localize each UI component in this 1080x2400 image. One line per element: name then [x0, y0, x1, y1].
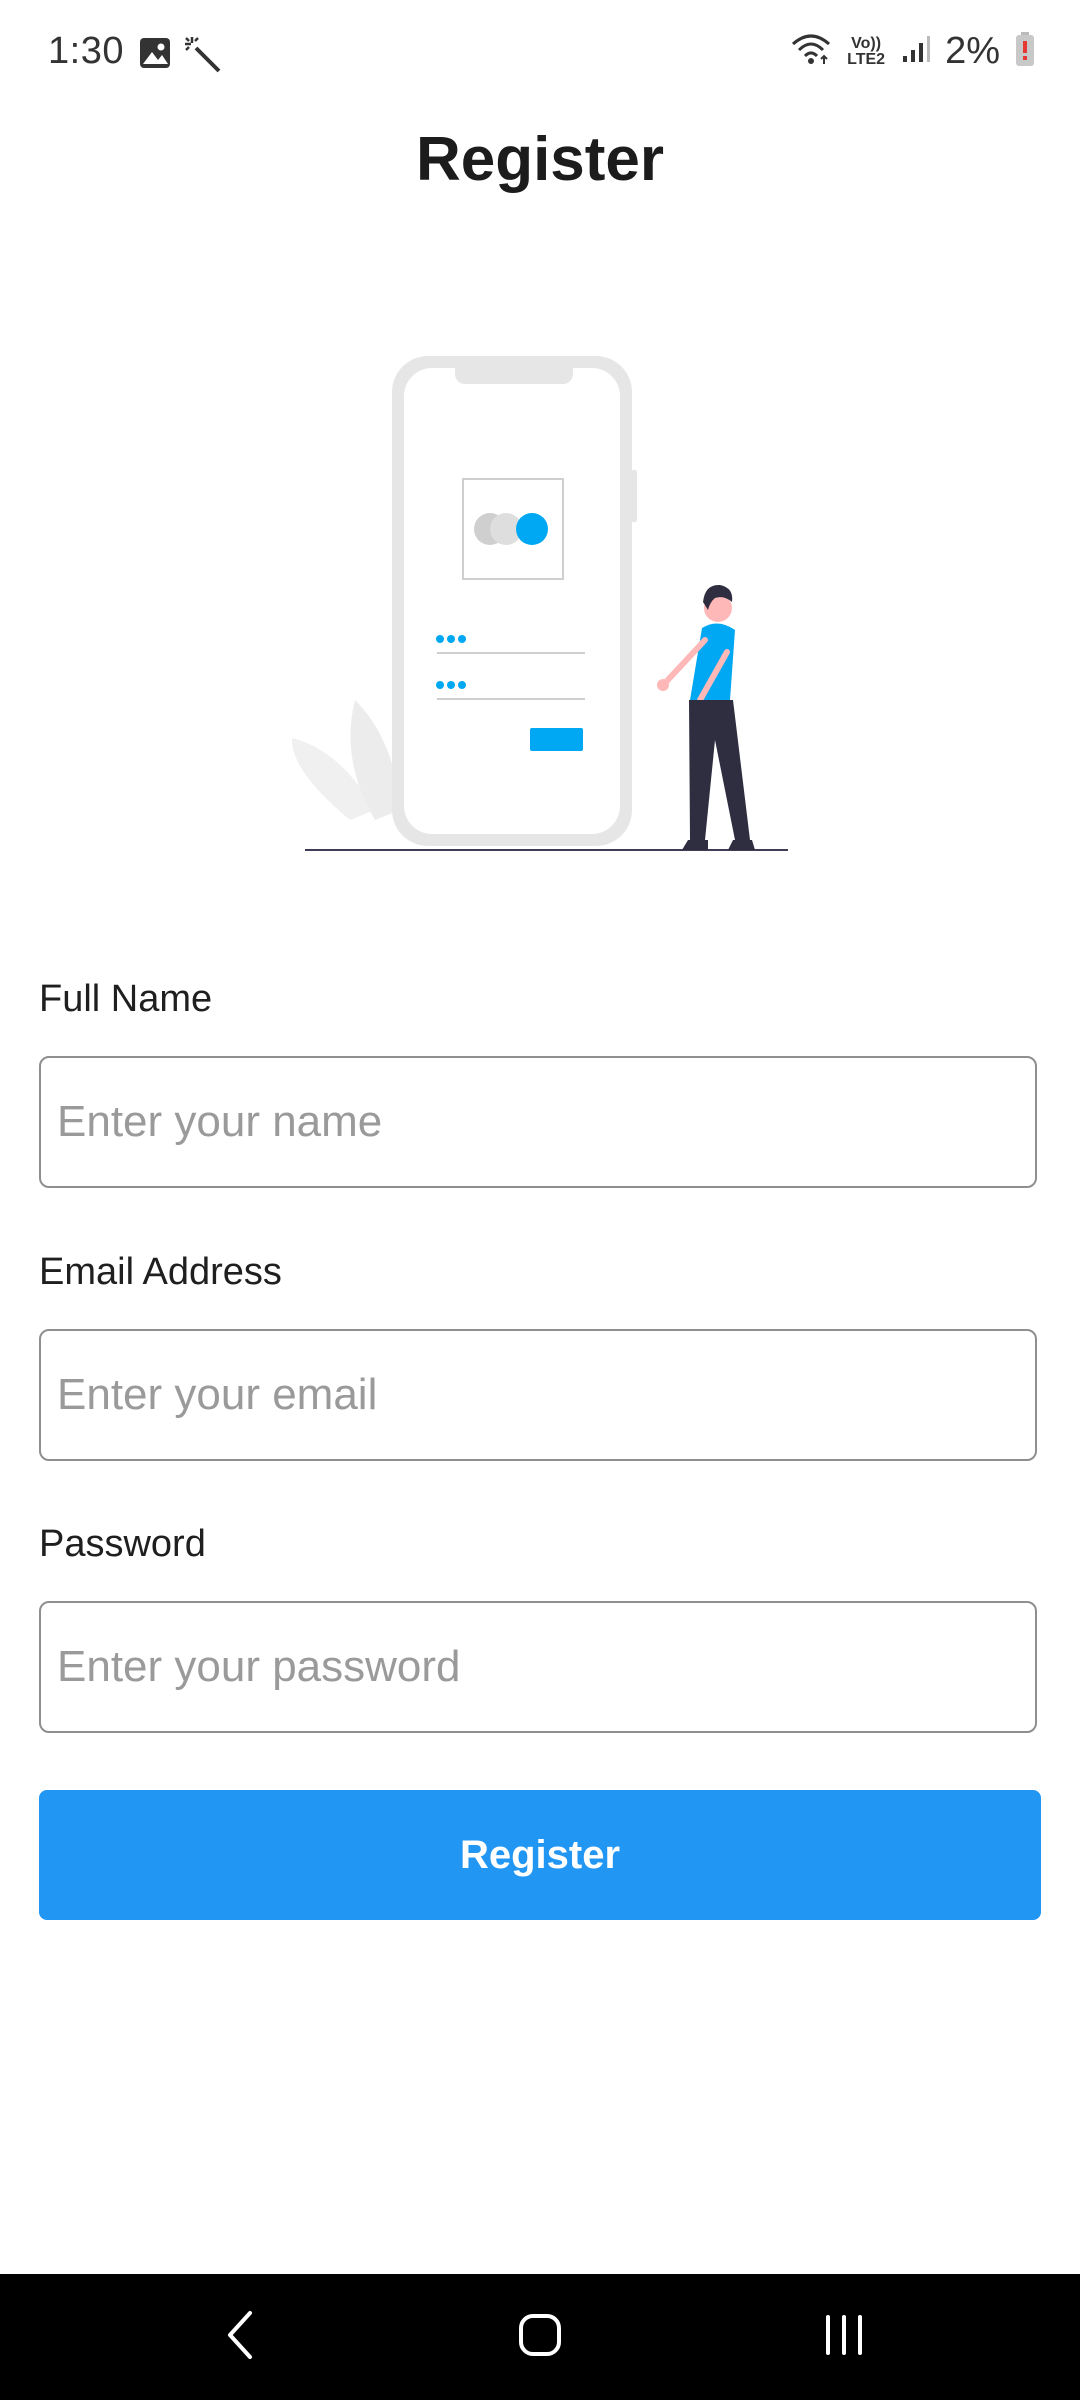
home-button[interactable] — [500, 2304, 580, 2370]
home-icon — [516, 2311, 564, 2364]
wifi-icon — [791, 32, 831, 71]
email-label: Email Address — [39, 1251, 282, 1293]
email-field[interactable] — [39, 1329, 1037, 1461]
email-input[interactable] — [41, 1331, 1035, 1459]
register-screen: 1:30 Vo)) LTE2 2% Register Full Name Ent… — [0, 0, 1080, 2400]
navigation-bar — [0, 2274, 1080, 2400]
recents-button[interactable] — [804, 2304, 884, 2370]
password-label: Password — [39, 1523, 206, 1565]
status-bar: 1:30 Vo)) LTE2 2% — [0, 0, 1080, 110]
password-field[interactable] — [39, 1601, 1037, 1733]
status-time: 1:30 — [48, 30, 124, 72]
full-name-label: Full Name — [39, 978, 213, 1020]
battery-percent: 2% — [945, 30, 1000, 72]
battery-low-icon — [1014, 31, 1036, 72]
magic-wand-icon — [184, 36, 222, 79]
signal-icon — [901, 34, 931, 69]
page-title: Register — [415, 125, 665, 194]
register-button[interactable]: Register — [39, 1790, 1041, 1920]
password-input[interactable] — [41, 1603, 1035, 1731]
network-type-label: Vo)) LTE2 — [847, 34, 886, 68]
full-name-input[interactable] — [41, 1058, 1035, 1186]
notification-icons — [138, 36, 222, 79]
back-icon — [220, 2309, 260, 2366]
system-icons: Vo)) LTE2 2% — [791, 30, 1036, 73]
register-illustration — [280, 340, 800, 860]
back-button[interactable] — [200, 2304, 280, 2370]
recents-icon — [820, 2311, 868, 2364]
full-name-field[interactable] — [39, 1056, 1037, 1188]
image-icon — [138, 36, 172, 79]
